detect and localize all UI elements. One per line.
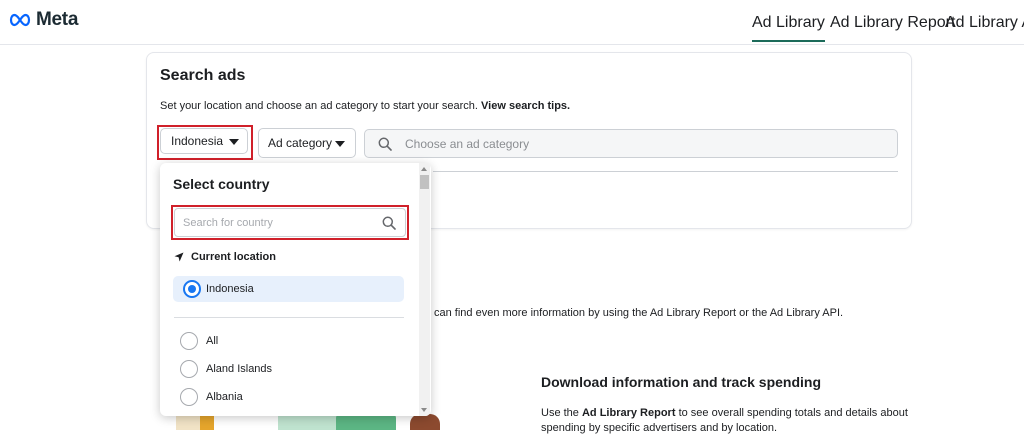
- meta-logo[interactable]: Meta: [8, 9, 78, 31]
- scroll-thumb[interactable]: [420, 175, 429, 189]
- search-placeholder: Choose an ad category: [405, 137, 530, 151]
- country-dropdown: Select country Search for country Curren…: [160, 163, 431, 416]
- search-subtitle: Set your location and choose an ad categ…: [160, 100, 570, 112]
- ad-category-search-input[interactable]: Choose an ad category: [364, 129, 898, 158]
- current-location-text: Current location: [191, 251, 276, 263]
- view-search-tips-link[interactable]: View search tips.: [481, 100, 570, 112]
- country-select-button[interactable]: Indonesia: [160, 128, 248, 154]
- info-text: can find even more information by using …: [434, 307, 844, 319]
- selected-country-label: Indonesia: [206, 283, 254, 295]
- search-icon: [378, 137, 392, 151]
- country-value: Indonesia: [171, 134, 224, 148]
- dropdown-title: Select country: [173, 176, 270, 192]
- subtitle-text: Set your location and choose an ad categ…: [160, 100, 478, 112]
- selected-country-option[interactable]: Indonesia: [173, 276, 404, 302]
- country-search-placeholder: Search for country: [183, 217, 273, 229]
- search-icon: [382, 216, 396, 230]
- top-header: Meta Ad Library Ad Library Report Ad Lib…: [0, 0, 1024, 45]
- location-arrow-icon: [174, 252, 184, 262]
- radio-icon: [180, 360, 198, 378]
- radio-icon: [180, 332, 198, 350]
- country-search-input[interactable]: Search for country: [174, 208, 406, 237]
- logo-text: Meta: [36, 9, 79, 30]
- country-option-label: Aland Islands: [206, 363, 273, 375]
- illustration-part: [200, 414, 214, 430]
- download-text-prefix: Use the: [541, 407, 579, 419]
- country-option-label: Albania: [206, 391, 243, 403]
- nav-ad-library[interactable]: Ad Library: [752, 14, 825, 42]
- download-section-title: Download information and track spending: [541, 374, 822, 390]
- dropdown-divider: [174, 317, 404, 318]
- nav-ad-library-report[interactable]: Ad Library Report: [830, 14, 955, 32]
- current-location-label: Current location: [174, 251, 276, 263]
- radio-icon: [180, 388, 198, 406]
- illustration-part: [278, 414, 338, 430]
- search-title: Search ads: [160, 67, 246, 84]
- caret-down-icon: [229, 139, 239, 145]
- scroll-up-arrow-icon[interactable]: [421, 167, 427, 171]
- caret-down-icon: [335, 141, 345, 147]
- ad-library-report-link[interactable]: Ad Library Report: [582, 407, 676, 419]
- dropdown-scrollbar[interactable]: [419, 163, 430, 416]
- country-option-label: All: [206, 335, 219, 347]
- illustration-part: [410, 414, 440, 430]
- meta-infinity-icon: [9, 13, 31, 27]
- scroll-down-arrow-icon[interactable]: [421, 408, 427, 412]
- illustration-part: [336, 414, 396, 430]
- download-section-text: Use the Ad Library Report to see overall…: [541, 406, 931, 436]
- card-divider: [433, 171, 898, 172]
- radio-selected-icon: [183, 280, 201, 298]
- nav-ad-library-api[interactable]: Ad Library API: [945, 14, 1024, 32]
- ad-category-button[interactable]: Ad category: [258, 128, 356, 158]
- ad-category-label: Ad category: [268, 136, 333, 150]
